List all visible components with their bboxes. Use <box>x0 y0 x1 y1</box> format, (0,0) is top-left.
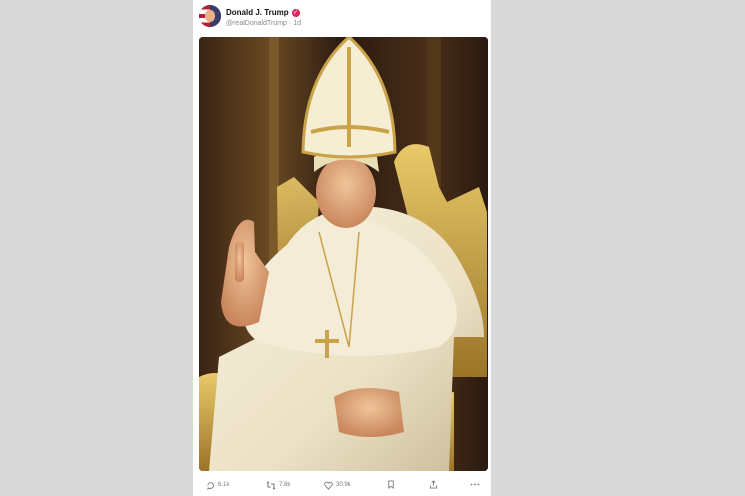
avatar[interactable] <box>199 5 221 27</box>
post-image[interactable] <box>199 37 488 471</box>
reply-icon <box>207 481 214 490</box>
author-handle[interactable]: @realDonaldTrump <box>226 20 287 27</box>
share-icon <box>429 480 438 489</box>
resting-hand <box>334 388 404 437</box>
repost-count: 7.8k <box>279 482 291 488</box>
more-button[interactable] <box>470 480 480 489</box>
like-button[interactable]: 30.9k <box>324 480 351 490</box>
face <box>316 156 376 228</box>
like-icon <box>324 481 333 490</box>
cross-vertical <box>325 330 329 358</box>
like-count: 30.9k <box>336 482 351 488</box>
handle-row: @realDonaldTrump · 1d <box>226 19 301 28</box>
reply-count: 6.1k <box>218 482 230 488</box>
share-button[interactable] <box>429 480 438 489</box>
repost-icon <box>266 480 276 490</box>
handle-separator: · <box>288 20 292 27</box>
verified-badge-icon: ✓ <box>291 9 300 17</box>
raised-index-finger <box>235 242 244 282</box>
avatar-face <box>205 10 215 22</box>
post-timestamp[interactable]: 1d <box>293 20 301 27</box>
post-header: Donald J. Trump ✓ @realDonaldTrump · 1d <box>199 4 485 30</box>
post-card: Donald J. Trump ✓ @realDonaldTrump · 1d <box>193 0 491 496</box>
bookmark-icon <box>388 480 394 489</box>
papal-portrait-image <box>199 37 488 471</box>
author-row: Donald J. Trump ✓ <box>226 7 300 19</box>
action-bar: 6.1k 7.8k 30.9k <box>193 477 491 495</box>
cross-horizontal <box>315 339 339 343</box>
reply-button[interactable]: 6.1k <box>206 480 229 490</box>
author-name[interactable]: Donald J. Trump <box>226 8 289 18</box>
bookmark-button[interactable] <box>387 480 395 489</box>
repost-button[interactable]: 7.8k <box>266 480 290 490</box>
more-icon <box>470 483 480 486</box>
